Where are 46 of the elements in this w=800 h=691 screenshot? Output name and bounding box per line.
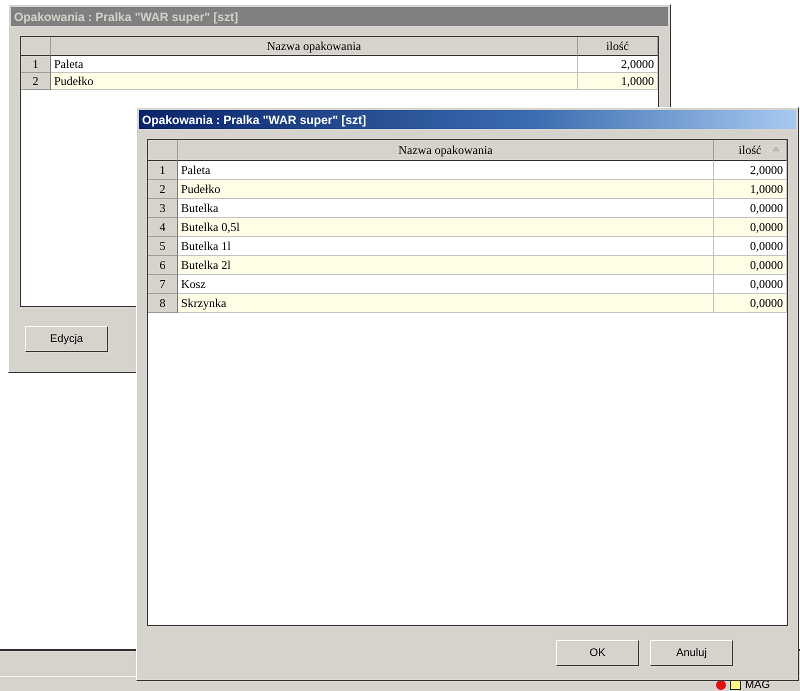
table-cell: Butelka 0,5l xyxy=(178,218,714,237)
table-cell: 2,0000 xyxy=(714,161,787,180)
table-cell: 1,0000 xyxy=(714,180,787,199)
table-cell: Paleta xyxy=(178,161,714,180)
status-light-icon xyxy=(716,680,726,690)
header-corner xyxy=(148,140,178,161)
dialog-button[interactable]: Edycja xyxy=(25,326,108,352)
table-cell: 0,0000 xyxy=(714,294,787,313)
column-header-label: Nazwa opakowania xyxy=(398,142,493,158)
table-cell: Kosz xyxy=(178,275,714,294)
table-cell: Butelka xyxy=(178,199,714,218)
row-number: 7 xyxy=(148,275,178,294)
column-header[interactable]: Nazwa opakowania xyxy=(178,140,714,161)
row-number: 5 xyxy=(148,237,178,256)
window-title: Opakowania : Pralka "WAR super" [szt] xyxy=(142,112,366,126)
table-cell: 0,0000 xyxy=(714,237,787,256)
row-number: 2 xyxy=(148,180,178,199)
row-number: 1 xyxy=(148,161,178,180)
row-number: 4 xyxy=(148,218,178,237)
table-cell: 2,0000 xyxy=(578,56,658,73)
column-header-label: ilość xyxy=(738,142,762,158)
table-cell: Paleta xyxy=(51,56,578,73)
table-cell: Pudełko xyxy=(178,180,714,199)
table-cell: 0,0000 xyxy=(714,275,787,294)
table-cell: 1,0000 xyxy=(578,73,658,90)
table-cell: Butelka 1l xyxy=(178,237,714,256)
column-header-label: ilość xyxy=(606,38,629,54)
dialog-button[interactable]: Anuluj xyxy=(650,640,733,666)
row-number: 3 xyxy=(148,199,178,218)
table-cell: 0,0000 xyxy=(714,256,787,275)
table-cell: Butelka 2l xyxy=(178,256,714,275)
row-number: 8 xyxy=(148,294,178,313)
column-header[interactable]: ilość xyxy=(714,140,787,161)
column-header-label: Nazwa opakowania xyxy=(266,38,362,54)
table-cell: 0,0000 xyxy=(714,218,787,237)
window-title: Opakowania : Pralka "WAR super" [szt] xyxy=(14,10,238,24)
row-number: 6 xyxy=(148,256,178,275)
row-number: 2 xyxy=(21,73,51,90)
header-corner xyxy=(21,37,51,56)
table-cell: 0,0000 xyxy=(714,199,787,218)
table-cell: Pudełko xyxy=(51,73,578,90)
row-number: 1 xyxy=(21,56,51,73)
column-header[interactable]: ilość xyxy=(578,37,658,56)
dialog-button[interactable]: OK xyxy=(556,640,639,666)
table-cell: Skrzynka xyxy=(178,294,714,313)
column-header[interactable]: Nazwa opakowania xyxy=(51,37,578,56)
